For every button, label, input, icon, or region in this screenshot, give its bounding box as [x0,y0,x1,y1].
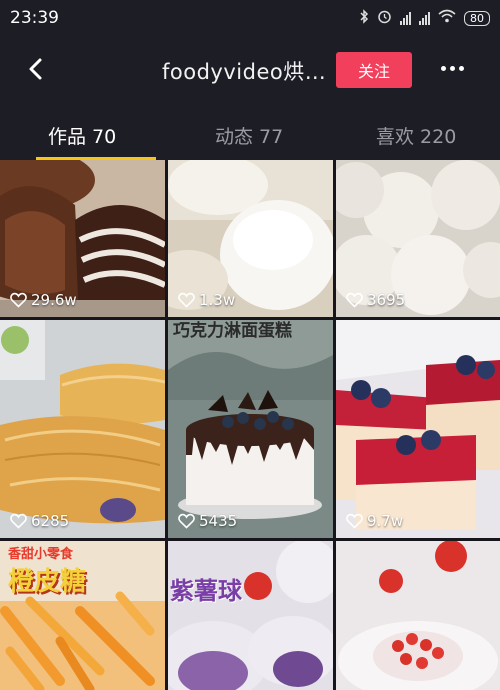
wifi-icon [438,9,456,27]
heart-icon [346,513,363,529]
tab-activity[interactable]: 动态 77 [215,122,283,149]
heart-icon [178,513,195,529]
more-icon[interactable] [441,66,464,71]
video-thumbnail[interactable] [336,541,500,690]
status-time: 23:39 [10,8,59,28]
video-overlay-title: 紫薯球 [170,577,242,605]
like-count-value: 3695 [367,291,406,309]
video-thumbnail[interactable]: 1.3w [168,160,333,317]
alarm-icon [377,9,392,28]
tab-works[interactable]: 作品 70 [48,122,116,149]
like-count-value: 5435 [199,512,238,530]
like-count-value: 29.6w [31,291,77,309]
page-title: foodyvideo烘… [162,60,327,84]
video-thumbnail[interactable]: 紫薯球 [168,541,333,690]
status-icons: 80 [359,8,490,28]
video-thumbnail[interactable]: 3695 [336,160,500,317]
video-overlay-title: 橙皮糖 [8,567,87,597]
like-count-value: 1.3w [199,291,236,309]
like-count: 6285 [10,512,69,530]
like-count-value: 9.7w [367,512,404,530]
bluetooth-icon [359,8,369,28]
heart-icon [10,513,27,529]
tab-likes[interactable]: 喜欢 220 [376,122,456,149]
signal-2-icon [419,11,430,25]
like-count: 29.6w [10,291,77,309]
purple-potato-ball-image [168,541,333,690]
video-grid: 29.6w 1.3w 3695 6285 巧克力淋面蛋糕 5435 9.7w 香… [0,160,500,690]
signal-icon [400,11,411,25]
video-overlay-title: 巧克力淋面蛋糕 [173,321,292,341]
back-icon[interactable] [22,54,52,84]
strawberry-dessert-image [336,541,500,690]
like-count: 9.7w [346,512,403,530]
heart-icon [346,292,363,308]
battery-indicator: 80 [464,10,490,26]
status-bar: 23:39 80 [0,0,500,36]
video-thumbnail[interactable]: 6285 [0,320,165,538]
video-overlay-subtitle: 香甜小零食 [8,547,74,562]
puff-pastry-image [0,320,165,538]
heart-icon [178,292,195,308]
chocolate-cake-image [168,320,333,538]
video-thumbnail[interactable]: 香甜小零食 橙皮糖 [0,541,165,690]
video-thumbnail[interactable]: 29.6w [0,160,165,317]
like-count: 1.3w [178,291,235,309]
heart-icon [10,292,27,308]
like-count: 3695 [346,291,405,309]
cheesecake-image [336,320,500,538]
like-count: 5435 [178,512,237,530]
video-thumbnail[interactable]: 巧克力淋面蛋糕 5435 [168,320,333,538]
video-thumbnail[interactable]: 9.7w [336,320,500,538]
like-count-value: 6285 [31,512,70,530]
profile-tabs: 作品 70 动态 77 喜欢 220 [0,104,500,160]
follow-button[interactable]: 关注 [336,52,412,88]
nav-bar: foodyvideo烘… 关注 [0,36,500,104]
